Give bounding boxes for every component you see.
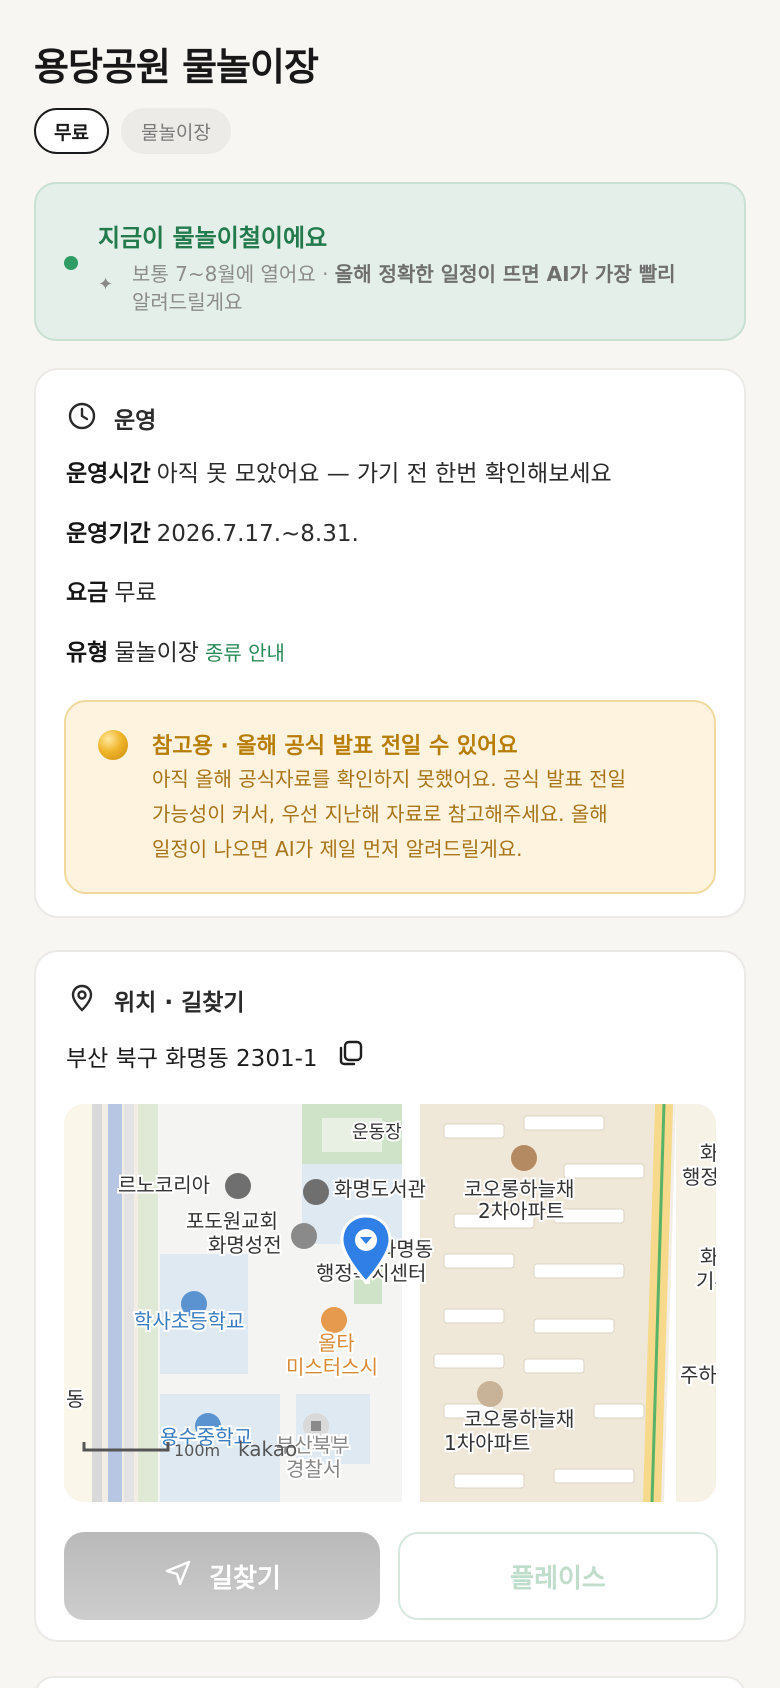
- map-label-playground: 운동장: [352, 1122, 402, 1143]
- map-label-library: 화명도서관: [334, 1177, 426, 1201]
- route-button-label: 길찾기: [209, 1562, 281, 1593]
- address-row: 부산 북구 화명동 2301-1: [66, 1038, 366, 1074]
- navigation-arrow-icon: [163, 1558, 193, 1595]
- map-label-right-a: 화: [700, 1141, 716, 1165]
- fee-row: 요금 무료: [66, 573, 157, 607]
- fee-value: 무료: [114, 580, 157, 606]
- season-desc-tail: 알려드릴게요: [132, 290, 243, 314]
- chip-water-park[interactable]: 물놀이장: [120, 108, 231, 154]
- location-header: 위치 · 길찾기: [66, 982, 245, 1018]
- map-label-right-b: 행정: [682, 1165, 716, 1189]
- map-label-left-edge: 동: [66, 1387, 84, 1411]
- map-label-right-d: 기부: [696, 1269, 716, 1293]
- copy-icon[interactable]: [336, 1038, 366, 1074]
- season-desc-plain: 보통 7~8월에 열어요 ·: [132, 262, 335, 286]
- map-label-right-c: 화: [700, 1245, 716, 1269]
- map-label-kolon1-a: 코오롱하늘채: [464, 1407, 574, 1431]
- operation-header: 운영: [66, 400, 156, 436]
- period-value: 2026.7.17.~8.31.: [156, 521, 359, 547]
- type-row: 유형 물놀이장 종류 안내: [66, 633, 285, 667]
- map-label-kolon2-b: 2차아파트: [478, 1199, 564, 1223]
- type-value: 물놀이장: [114, 640, 199, 666]
- location-map[interactable]: 운동장 르노코리아 화명도서관 포도원교회 화명성전 코오롱하늘채 2차아파트 …: [64, 1104, 716, 1502]
- address-text: 부산 북구 화명동 2301-1: [66, 1046, 318, 1072]
- sparkle-icon: ✦: [98, 274, 114, 295]
- map-label-kolon2-a: 코오롱하늘채: [464, 1177, 574, 1201]
- coin-icon: [98, 730, 128, 760]
- season-banner: 지금이 물놀이철이에요 ✦ 보통 7~8월에 열어요 · 올해 정확한 일정이 …: [34, 182, 746, 341]
- season-description: 보통 7~8월에 열어요 · 올해 정확한 일정이 뜨면 AI가 가장 빨리 알…: [132, 260, 722, 316]
- map-label-hak-school: 학사초등학교: [134, 1309, 244, 1333]
- type-key: 유형: [66, 640, 109, 666]
- location-pin-icon: [66, 982, 98, 1018]
- map-label-restaurant-b: 미스터스시: [286, 1355, 378, 1379]
- reference-notice: 참고용 · 올해 공식 발표 전일 수 있어요 아직 올해 공식자료를 확인하지…: [64, 700, 716, 894]
- location-section-label: 위치 · 길찾기: [114, 990, 245, 1016]
- hours-row: 운영시간 아직 못 모았어요 — 가기 전 한번 확인해보세요: [66, 454, 612, 488]
- type-guide-link[interactable]: 종류 안내: [205, 641, 285, 665]
- period-key: 운영기간: [66, 521, 151, 547]
- notice-line-1: 아직 올해 공식자료를 확인하지 못했어요. 공식 발표 전일: [152, 767, 627, 791]
- notice-body: 아직 올해 공식자료를 확인하지 못했어요. 공식 발표 전일 가능성이 커서,…: [152, 762, 692, 867]
- tag-chips: 무료 물놀이장: [34, 108, 231, 154]
- season-desc-bold: 올해 정확한 일정이 뜨면 AI가 가장 빨리: [334, 262, 676, 286]
- map-brand-label: kakao: [238, 1437, 297, 1461]
- map-label-restaurant-a: 올타: [318, 1331, 355, 1355]
- notice-line-2: 가능성이 커서, 우선 지난해 자료로 참고해주세요. 올해: [152, 802, 608, 826]
- chip-free[interactable]: 무료: [34, 108, 109, 154]
- map-label-renault: 르노코리아: [118, 1173, 210, 1197]
- map-scale-label: 100m: [174, 1441, 220, 1460]
- route-button[interactable]: 길찾기: [64, 1532, 380, 1620]
- operation-card: 운영 운영시간 아직 못 모았어요 — 가기 전 한번 확인해보세요 운영기간 20…: [34, 368, 746, 918]
- map-label-kolon1-b: 1차아파트: [444, 1431, 530, 1455]
- clock-icon: [66, 400, 98, 436]
- hours-key: 운영시간: [66, 461, 151, 487]
- notice-headline: 참고용 · 올해 공식 발표 전일 수 있어요: [152, 734, 518, 759]
- next-card-peek: [34, 1676, 746, 1688]
- place-button[interactable]: 플레이스: [398, 1532, 718, 1620]
- map-label-church1: 포도원교회: [186, 1209, 278, 1233]
- period-row: 운영기간 2026.7.17.~8.31.: [66, 514, 359, 548]
- notice-line-3: 일정이 나오면 AI가 제일 먼저 알려드릴게요.: [152, 837, 523, 861]
- map-label-church2: 화명성전: [208, 1233, 282, 1257]
- page-title: 용당공원 물놀이장: [34, 45, 319, 89]
- season-headline: 지금이 물놀이철이에요: [98, 224, 328, 252]
- location-card: 위치 · 길찾기 부산 북구 화명동 2301-1 운동장 르노코리아 화명도서…: [34, 950, 746, 1642]
- hours-value: 아직 못 모았어요 — 가기 전 한번 확인해보세요: [156, 461, 612, 487]
- map-label-right-e: 주하: [680, 1363, 716, 1387]
- status-dot-icon: [64, 256, 78, 270]
- operation-section-label: 운영: [114, 408, 157, 434]
- fee-key: 요금: [66, 580, 109, 606]
